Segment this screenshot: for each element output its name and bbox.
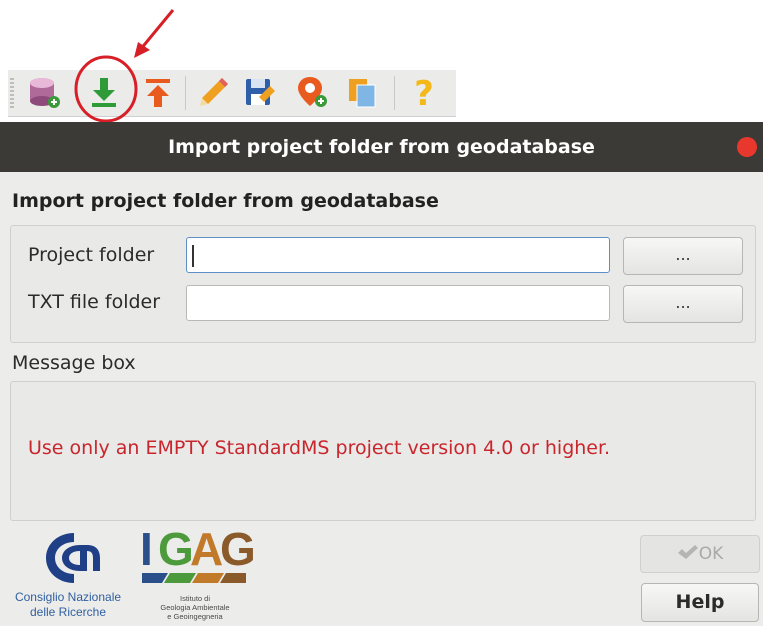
svg-text:?: ? (414, 74, 434, 110)
dialog-heading: Import project folder from geodatabase (12, 190, 439, 212)
help-icon[interactable]: ? (406, 74, 442, 110)
annotation-circle (74, 55, 138, 123)
project-folder-browse-button[interactable]: ... (623, 237, 743, 275)
txt-folder-input[interactable] (186, 285, 610, 321)
checkmark-icon (677, 545, 698, 559)
cnr-name-line1: Consiglio Nazionale (14, 590, 122, 604)
project-folder-label: Project folder (28, 244, 155, 266)
toolbar-grip[interactable] (10, 78, 14, 110)
close-button[interactable] (737, 137, 757, 157)
project-folder-input[interactable] (186, 237, 610, 273)
igag-sub-line2: Geologia Ambientale (160, 603, 230, 612)
txt-folder-label: TXT file folder (28, 291, 161, 313)
help-button[interactable]: Help (641, 583, 759, 622)
copy-icon[interactable] (344, 74, 380, 110)
igag-letter-i: I (140, 523, 154, 575)
message-text: Use only an EMPTY StandardMS project ver… (28, 437, 611, 459)
igag-sub-line1: Istituto di (179, 594, 210, 603)
toolbar-separator (394, 76, 395, 110)
window-title: Import project folder from geodatabase (168, 136, 595, 158)
export-icon[interactable] (140, 74, 176, 110)
ok-button[interactable]: OK (640, 535, 760, 573)
igag-sub-line3: e Geoingegneria (167, 612, 223, 621)
message-box-label: Message box (12, 352, 136, 374)
txt-folder-browse-button[interactable]: ... (623, 285, 743, 323)
igag-letter-g2: G (220, 523, 257, 575)
edit-icon[interactable] (196, 74, 232, 110)
cnr-name-line2: delle Ricerche (29, 605, 107, 619)
ok-label: OK (698, 544, 724, 564)
text-caret (192, 245, 194, 267)
cnr-logo-icon (46, 533, 100, 583)
toolbar-separator (185, 76, 186, 110)
save-edit-icon[interactable] (242, 74, 278, 110)
igag-logo: I G A G (140, 522, 256, 575)
location-add-icon[interactable] (294, 74, 330, 110)
igag-stripe-icon (142, 573, 246, 583)
database-add-icon[interactable] (26, 74, 62, 110)
